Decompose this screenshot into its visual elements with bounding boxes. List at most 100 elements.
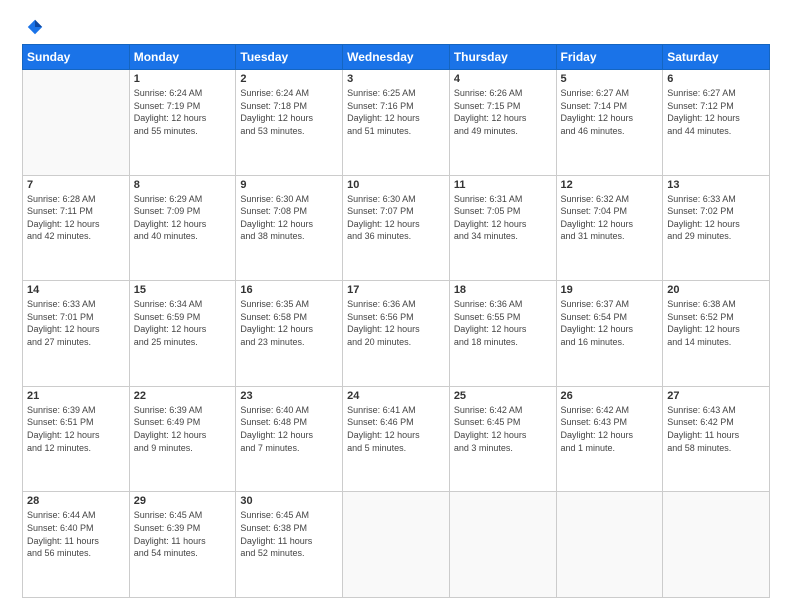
calendar: SundayMondayTuesdayWednesdayThursdayFrid… <box>22 44 770 598</box>
day-number: 23 <box>240 390 338 402</box>
day-cell: 14 Sunrise: 6:33 AM Sunset: 7:01 PM Dayli… <box>23 281 130 387</box>
weekday-header-wednesday: Wednesday <box>343 45 450 70</box>
day-cell: 9 Sunrise: 6:30 AM Sunset: 7:08 PM Daylig… <box>236 175 343 281</box>
day-cell: 12 Sunrise: 6:32 AM Sunset: 7:04 PM Dayli… <box>556 175 663 281</box>
day-number: 3 <box>347 73 445 85</box>
day-info: Sunrise: 6:36 AM Sunset: 6:55 PM Dayligh… <box>454 298 552 348</box>
day-number: 5 <box>561 73 659 85</box>
day-number: 14 <box>27 284 125 296</box>
day-number: 1 <box>134 73 232 85</box>
day-cell: 2 Sunrise: 6:24 AM Sunset: 7:18 PM Daylig… <box>236 70 343 176</box>
day-cell: 20 Sunrise: 6:38 AM Sunset: 6:52 PM Dayli… <box>663 281 770 387</box>
day-cell <box>343 492 450 598</box>
day-number: 7 <box>27 179 125 191</box>
day-info: Sunrise: 6:35 AM Sunset: 6:58 PM Dayligh… <box>240 298 338 348</box>
day-cell: 7 Sunrise: 6:28 AM Sunset: 7:11 PM Daylig… <box>23 175 130 281</box>
day-info: Sunrise: 6:40 AM Sunset: 6:48 PM Dayligh… <box>240 404 338 454</box>
day-info: Sunrise: 6:45 AM Sunset: 6:38 PM Dayligh… <box>240 509 338 559</box>
day-number: 27 <box>667 390 765 402</box>
day-cell: 24 Sunrise: 6:41 AM Sunset: 6:46 PM Dayli… <box>343 386 450 492</box>
weekday-header-friday: Friday <box>556 45 663 70</box>
day-cell: 27Sunrise: 6:43 AM Sunset: 6:42 PM Dayli… <box>663 386 770 492</box>
day-cell: 26Sunrise: 6:42 AM Sunset: 6:43 PM Dayli… <box>556 386 663 492</box>
day-number: 8 <box>134 179 232 191</box>
day-cell: 25Sunrise: 6:42 AM Sunset: 6:45 PM Dayli… <box>449 386 556 492</box>
week-row-3: 21Sunrise: 6:39 AM Sunset: 6:51 PM Dayli… <box>23 386 770 492</box>
day-number: 28 <box>27 495 125 507</box>
day-number: 16 <box>240 284 338 296</box>
day-info: Sunrise: 6:27 AM Sunset: 7:12 PM Dayligh… <box>667 87 765 137</box>
day-number: 26 <box>561 390 659 402</box>
day-number: 13 <box>667 179 765 191</box>
week-row-1: 7 Sunrise: 6:28 AM Sunset: 7:11 PM Daylig… <box>23 175 770 281</box>
day-number: 9 <box>240 179 338 191</box>
weekday-header-tuesday: Tuesday <box>236 45 343 70</box>
day-info: Sunrise: 6:33 AM Sunset: 7:01 PM Dayligh… <box>27 298 125 348</box>
day-number: 30 <box>240 495 338 507</box>
day-info: Sunrise: 6:38 AM Sunset: 6:52 PM Dayligh… <box>667 298 765 348</box>
day-number: 20 <box>667 284 765 296</box>
day-info: Sunrise: 6:24 AM Sunset: 7:19 PM Dayligh… <box>134 87 232 137</box>
day-cell: 18 Sunrise: 6:36 AM Sunset: 6:55 PM Dayli… <box>449 281 556 387</box>
day-cell <box>663 492 770 598</box>
day-info: Sunrise: 6:37 AM Sunset: 6:54 PM Dayligh… <box>561 298 659 348</box>
day-info: Sunrise: 6:24 AM Sunset: 7:18 PM Dayligh… <box>240 87 338 137</box>
week-row-4: 28Sunrise: 6:44 AM Sunset: 6:40 PM Dayli… <box>23 492 770 598</box>
weekday-header-saturday: Saturday <box>663 45 770 70</box>
day-cell: 3 Sunrise: 6:25 AM Sunset: 7:16 PM Daylig… <box>343 70 450 176</box>
day-info: Sunrise: 6:32 AM Sunset: 7:04 PM Dayligh… <box>561 193 659 243</box>
day-info: Sunrise: 6:39 AM Sunset: 6:49 PM Dayligh… <box>134 404 232 454</box>
day-cell: 11Sunrise: 6:31 AM Sunset: 7:05 PM Dayli… <box>449 175 556 281</box>
page: SundayMondayTuesdayWednesdayThursdayFrid… <box>0 0 792 612</box>
day-info: Sunrise: 6:36 AM Sunset: 6:56 PM Dayligh… <box>347 298 445 348</box>
day-info: Sunrise: 6:41 AM Sunset: 6:46 PM Dayligh… <box>347 404 445 454</box>
day-number: 18 <box>454 284 552 296</box>
day-cell: 8 Sunrise: 6:29 AM Sunset: 7:09 PM Daylig… <box>129 175 236 281</box>
week-row-2: 14 Sunrise: 6:33 AM Sunset: 7:01 PM Dayli… <box>23 281 770 387</box>
day-info: Sunrise: 6:34 AM Sunset: 6:59 PM Dayligh… <box>134 298 232 348</box>
day-cell: 29 Sunrise: 6:45 AM Sunset: 6:39 PM Dayli… <box>129 492 236 598</box>
day-info: Sunrise: 6:45 AM Sunset: 6:39 PM Dayligh… <box>134 509 232 559</box>
day-info: Sunrise: 6:31 AM Sunset: 7:05 PM Dayligh… <box>454 193 552 243</box>
day-number: 22 <box>134 390 232 402</box>
day-info: Sunrise: 6:26 AM Sunset: 7:15 PM Dayligh… <box>454 87 552 137</box>
day-number: 12 <box>561 179 659 191</box>
day-info: Sunrise: 6:30 AM Sunset: 7:07 PM Dayligh… <box>347 193 445 243</box>
weekday-header-sunday: Sunday <box>23 45 130 70</box>
week-row-0: 1 Sunrise: 6:24 AM Sunset: 7:19 PM Daylig… <box>23 70 770 176</box>
day-info: Sunrise: 6:28 AM Sunset: 7:11 PM Dayligh… <box>27 193 125 243</box>
day-cell: 4 Sunrise: 6:26 AM Sunset: 7:15 PM Daylig… <box>449 70 556 176</box>
day-number: 15 <box>134 284 232 296</box>
day-cell: 28Sunrise: 6:44 AM Sunset: 6:40 PM Dayli… <box>23 492 130 598</box>
day-cell: 16 Sunrise: 6:35 AM Sunset: 6:58 PM Dayli… <box>236 281 343 387</box>
day-number: 21 <box>27 390 125 402</box>
day-cell: 15 Sunrise: 6:34 AM Sunset: 6:59 PM Dayli… <box>129 281 236 387</box>
day-number: 24 <box>347 390 445 402</box>
logo-icon <box>26 18 44 36</box>
day-cell: 10Sunrise: 6:30 AM Sunset: 7:07 PM Dayli… <box>343 175 450 281</box>
day-number: 6 <box>667 73 765 85</box>
header <box>22 18 770 36</box>
day-number: 29 <box>134 495 232 507</box>
day-info: Sunrise: 6:33 AM Sunset: 7:02 PM Dayligh… <box>667 193 765 243</box>
day-info: Sunrise: 6:27 AM Sunset: 7:14 PM Dayligh… <box>561 87 659 137</box>
day-cell: 22 Sunrise: 6:39 AM Sunset: 6:49 PM Dayli… <box>129 386 236 492</box>
day-cell: 19 Sunrise: 6:37 AM Sunset: 6:54 PM Dayli… <box>556 281 663 387</box>
day-cell: 30 Sunrise: 6:45 AM Sunset: 6:38 PM Dayli… <box>236 492 343 598</box>
day-number: 2 <box>240 73 338 85</box>
day-info: Sunrise: 6:42 AM Sunset: 6:45 PM Dayligh… <box>454 404 552 454</box>
weekday-header-thursday: Thursday <box>449 45 556 70</box>
logo <box>22 18 44 36</box>
day-number: 19 <box>561 284 659 296</box>
day-cell: 21Sunrise: 6:39 AM Sunset: 6:51 PM Dayli… <box>23 386 130 492</box>
day-cell: 23 Sunrise: 6:40 AM Sunset: 6:48 PM Dayli… <box>236 386 343 492</box>
day-info: Sunrise: 6:30 AM Sunset: 7:08 PM Dayligh… <box>240 193 338 243</box>
day-info: Sunrise: 6:25 AM Sunset: 7:16 PM Dayligh… <box>347 87 445 137</box>
day-number: 4 <box>454 73 552 85</box>
day-cell: 5 Sunrise: 6:27 AM Sunset: 7:14 PM Daylig… <box>556 70 663 176</box>
weekday-header-row: SundayMondayTuesdayWednesdayThursdayFrid… <box>23 45 770 70</box>
day-info: Sunrise: 6:29 AM Sunset: 7:09 PM Dayligh… <box>134 193 232 243</box>
day-number: 17 <box>347 284 445 296</box>
day-cell <box>449 492 556 598</box>
day-cell: 17 Sunrise: 6:36 AM Sunset: 6:56 PM Dayli… <box>343 281 450 387</box>
